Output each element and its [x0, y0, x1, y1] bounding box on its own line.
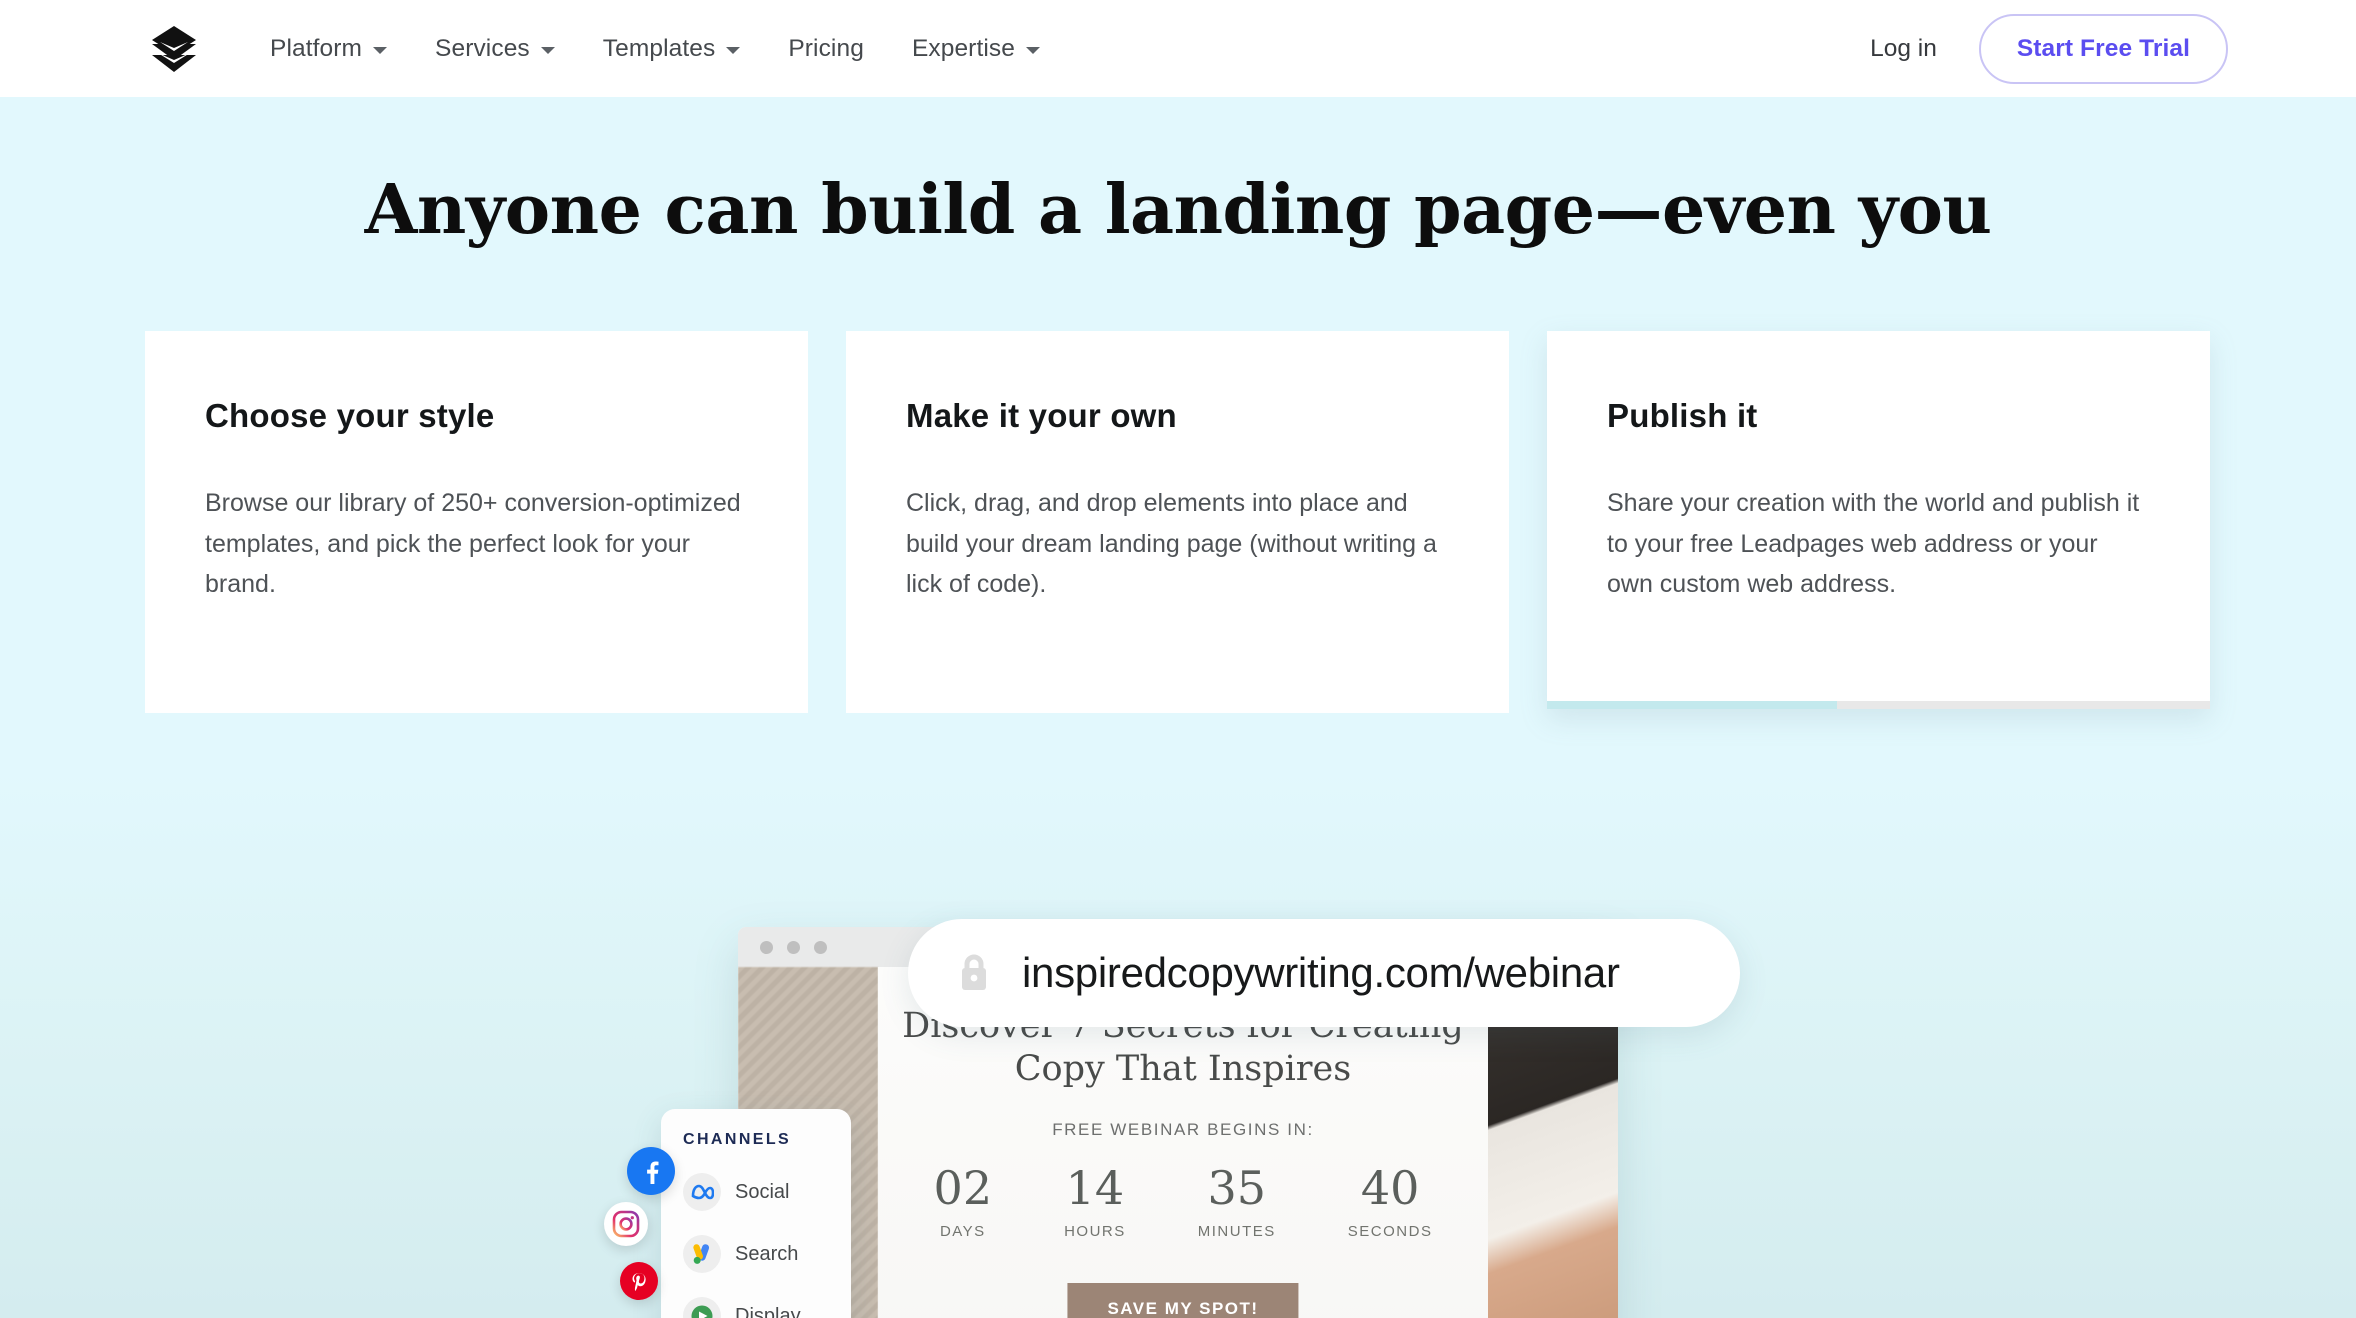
countdown-label: HOURS	[1064, 1223, 1126, 1240]
countdown-label: SECONDS	[1347, 1223, 1433, 1240]
card-scrollbar-thumb[interactable]	[1547, 701, 1837, 709]
channel-label: Social	[735, 1180, 790, 1203]
feature-card-publish-it: Publish it Share your creation with the …	[1547, 331, 2210, 709]
countdown-hours: 14 HOURS	[1064, 1165, 1126, 1240]
window-dot-maximize-icon	[814, 940, 827, 954]
url-bar[interactable]: inspiredcopywriting.com/webinar	[908, 919, 1740, 1027]
channel-item-social[interactable]: Social	[683, 1173, 851, 1211]
countdown-timer: 02 DAYS 14 HOURS 35 MINUTES 40 SECONDS	[878, 1165, 1488, 1240]
layers-icon	[152, 26, 196, 72]
countdown-value: 35	[1207, 1161, 1267, 1215]
window-dot-minimize-icon	[787, 940, 800, 954]
countdown-value: 40	[1360, 1161, 1420, 1215]
start-free-trial-button[interactable]: Start Free Trial	[1978, 13, 2228, 84]
channel-item-display[interactable]: Display	[683, 1297, 851, 1318]
channels-panel: CHANNELS Social Search Display	[661, 1109, 851, 1318]
channel-item-search[interactable]: Search	[683, 1235, 851, 1273]
nav-item-platform[interactable]: Platform	[270, 34, 388, 63]
instagram-icon[interactable]	[604, 1202, 648, 1246]
google-ads-icon	[683, 1235, 721, 1273]
countdown-label: DAYS	[939, 1223, 986, 1240]
card-title: Make it your own	[906, 397, 1177, 434]
feature-card-make-it-your-own: Make it your own Click, drag, and drop e…	[846, 331, 1509, 713]
chevron-down-icon	[726, 47, 741, 54]
window-dot-close-icon	[760, 940, 773, 954]
chevron-down-icon	[373, 47, 388, 54]
channel-label: Display	[735, 1304, 801, 1318]
card-scrollbar-track[interactable]	[1547, 701, 2210, 709]
chevron-down-icon	[540, 47, 555, 54]
leadpages-layers-logo[interactable]	[146, 24, 202, 76]
card-body: Browse our library of 250+ conversion-op…	[205, 489, 741, 598]
lock-icon	[956, 951, 992, 995]
main-navigation: Platform Services Templates Pricing Expe…	[270, 0, 1088, 97]
countdown-minutes: 35 MINUTES	[1198, 1165, 1276, 1240]
countdown-label: MINUTES	[1197, 1223, 1276, 1240]
login-link[interactable]: Log in	[1870, 35, 1937, 63]
nav-label: Expertise	[911, 34, 1015, 62]
save-my-spot-button[interactable]: SAVE MY SPOT!	[1067, 1283, 1299, 1318]
chevron-down-icon	[1025, 47, 1040, 54]
nav-item-services[interactable]: Services	[435, 35, 555, 63]
nav-label: Pricing	[788, 34, 864, 62]
channel-label: Search	[735, 1242, 799, 1265]
pinterest-icon[interactable]	[620, 1262, 658, 1300]
channels-panel-title: CHANNELS	[683, 1131, 792, 1148]
header-actions: Log in Start Free Trial	[1870, 0, 2228, 97]
card-title: Choose your style	[205, 397, 495, 434]
feature-cards: Choose your style Browse our library of …	[0, 331, 2356, 721]
card-title: Publish it	[1607, 397, 1758, 434]
card-body: Share your creation with the world and p…	[1607, 489, 2140, 598]
nav-label: Services	[435, 34, 530, 62]
countdown-value: 14	[1065, 1161, 1125, 1215]
url-text: inspiredcopywriting.com/webinar	[1022, 949, 1620, 996]
meta-infinity-icon	[683, 1173, 721, 1211]
nav-item-templates[interactable]: Templates	[603, 35, 741, 63]
facebook-icon[interactable]	[627, 1147, 675, 1195]
countdown-days: 02 DAYS	[934, 1165, 993, 1240]
nav-item-pricing[interactable]: Pricing	[788, 35, 864, 63]
preview-subheadline: FREE WEBINAR BEGINS IN:	[1052, 1120, 1314, 1139]
page-title: Anyone can build a landing page—even you	[364, 170, 1992, 250]
site-header: Platform Services Templates Pricing Expe…	[0, 0, 2356, 97]
nav-item-expertise[interactable]: Expertise	[912, 35, 1040, 63]
countdown-seconds: 40 SECONDS	[1348, 1165, 1433, 1240]
nav-label: Templates	[602, 34, 716, 62]
nav-label: Platform	[270, 34, 363, 62]
hero-section: Anyone can build a landing page—even you…	[0, 97, 2356, 1318]
card-body: Click, drag, and drop elements into plac…	[906, 489, 1437, 598]
countdown-value: 02	[933, 1161, 993, 1215]
feature-card-choose-your-style: Choose your style Browse our library of …	[145, 331, 808, 713]
display-play-icon	[683, 1297, 721, 1318]
